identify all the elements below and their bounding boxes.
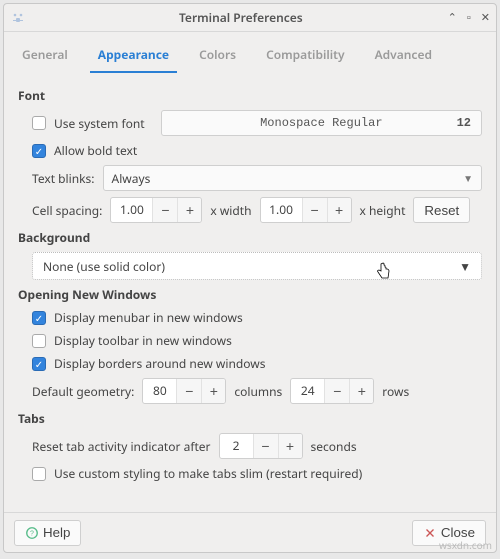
display-menubar-checkbox[interactable] [32,311,46,325]
default-geometry-label: Default geometry: [32,383,134,400]
tab-activity-value: 2 [220,434,254,458]
font-name: Monospace Regular [260,116,382,130]
reset-cell-spacing-button[interactable]: Reset [413,197,470,223]
titlebar: Terminal Preferences ⌃ ▫ ✕ [4,4,496,32]
tab-activity-plus[interactable]: + [278,434,302,458]
columns-label: columns [234,383,282,400]
display-menubar-label: Display menubar in new windows [54,309,243,326]
tab-activity-spinner[interactable]: 2 − + [219,433,303,459]
custom-styling-checkbox[interactable] [32,467,46,481]
display-borders-checkbox[interactable] [32,357,46,371]
allow-bold-label: Allow bold text [54,142,137,159]
text-blinks-label: Text blinks: [32,170,95,187]
section-background: Background [18,229,482,246]
cell-width-minus[interactable]: − [153,198,177,222]
section-opening: Opening New Windows [18,286,482,303]
tab-appearance[interactable]: Appearance [90,38,177,73]
rows-plus[interactable]: + [349,379,373,403]
cell-width-plus[interactable]: + [177,198,201,222]
cell-height-plus[interactable]: + [327,198,351,222]
rows-label: rows [382,383,409,400]
custom-styling-label: Use custom styling to make tabs slim (re… [54,465,362,482]
tab-activity-minus[interactable]: − [254,434,278,458]
columns-spinner[interactable]: 80 − + [142,378,226,404]
columns-value: 80 [143,379,177,403]
tab-advanced[interactable]: Advanced [367,38,440,73]
background-select[interactable]: None (use solid color) ▼ [32,252,482,280]
help-icon: ? [25,526,39,540]
footer: ? Help Close [4,512,496,552]
background-value: None (use solid color) [43,258,165,275]
cell-width-value: 1.00 [111,198,153,222]
use-system-font-checkbox[interactable] [32,116,46,130]
preferences-window: Terminal Preferences ⌃ ▫ ✕ General Appea… [3,3,497,553]
font-size: 12 [457,116,471,130]
content-area: Font Use system font Monospace Regular 1… [4,73,496,512]
rows-spinner[interactable]: 24 − + [290,378,374,404]
close-window-icon[interactable]: ✕ [481,12,490,23]
text-blinks-value: Always [112,170,151,187]
watermark: wsxdn.com [439,538,492,552]
seconds-label: seconds [311,438,357,455]
maximize-icon[interactable]: ▫ [467,12,471,23]
display-toolbar-label: Display toolbar in new windows [54,332,232,349]
section-tabs: Tabs [18,410,482,427]
cell-spacing-label: Cell spacing: [32,202,102,219]
cell-height-value: 1.00 [261,198,303,222]
window-controls: ⌃ ▫ ✕ [448,12,490,23]
display-toolbar-checkbox[interactable] [32,334,46,348]
help-button[interactable]: ? Help [14,520,81,546]
reset-tab-activity-label: Reset tab activity indicator after [32,438,211,455]
expand-icon[interactable]: ⌃ [448,12,457,23]
x-height-label: x height [360,202,406,219]
allow-bold-checkbox[interactable] [32,144,46,158]
columns-plus[interactable]: + [201,379,225,403]
app-icon [10,10,26,26]
display-borders-label: Display borders around new windows [54,355,265,372]
cell-height-minus[interactable]: − [303,198,327,222]
use-system-font-label: Use system font [54,115,145,132]
tab-colors[interactable]: Colors [191,38,244,73]
cell-width-spinner[interactable]: 1.00 − + [110,197,202,223]
rows-minus[interactable]: − [325,379,349,403]
rows-value: 24 [291,379,325,403]
tab-general[interactable]: General [14,38,76,73]
tab-compatibility[interactable]: Compatibility [258,38,353,73]
close-icon [423,526,437,540]
window-title: Terminal Preferences [34,9,448,26]
chevron-down-icon: ▼ [463,171,473,185]
svg-text:?: ? [30,530,34,537]
chevron-down-icon: ▼ [459,258,471,275]
cell-height-spinner[interactable]: 1.00 − + [260,197,352,223]
section-font: Font [18,87,482,104]
tab-bar: General Appearance Colors Compatibility … [4,32,496,73]
help-label: Help [43,525,70,540]
x-width-label: x width [210,202,251,219]
text-blinks-select[interactable]: Always ▼ [103,165,482,191]
font-chooser-button[interactable]: Monospace Regular 12 [161,110,482,136]
columns-minus[interactable]: − [177,379,201,403]
